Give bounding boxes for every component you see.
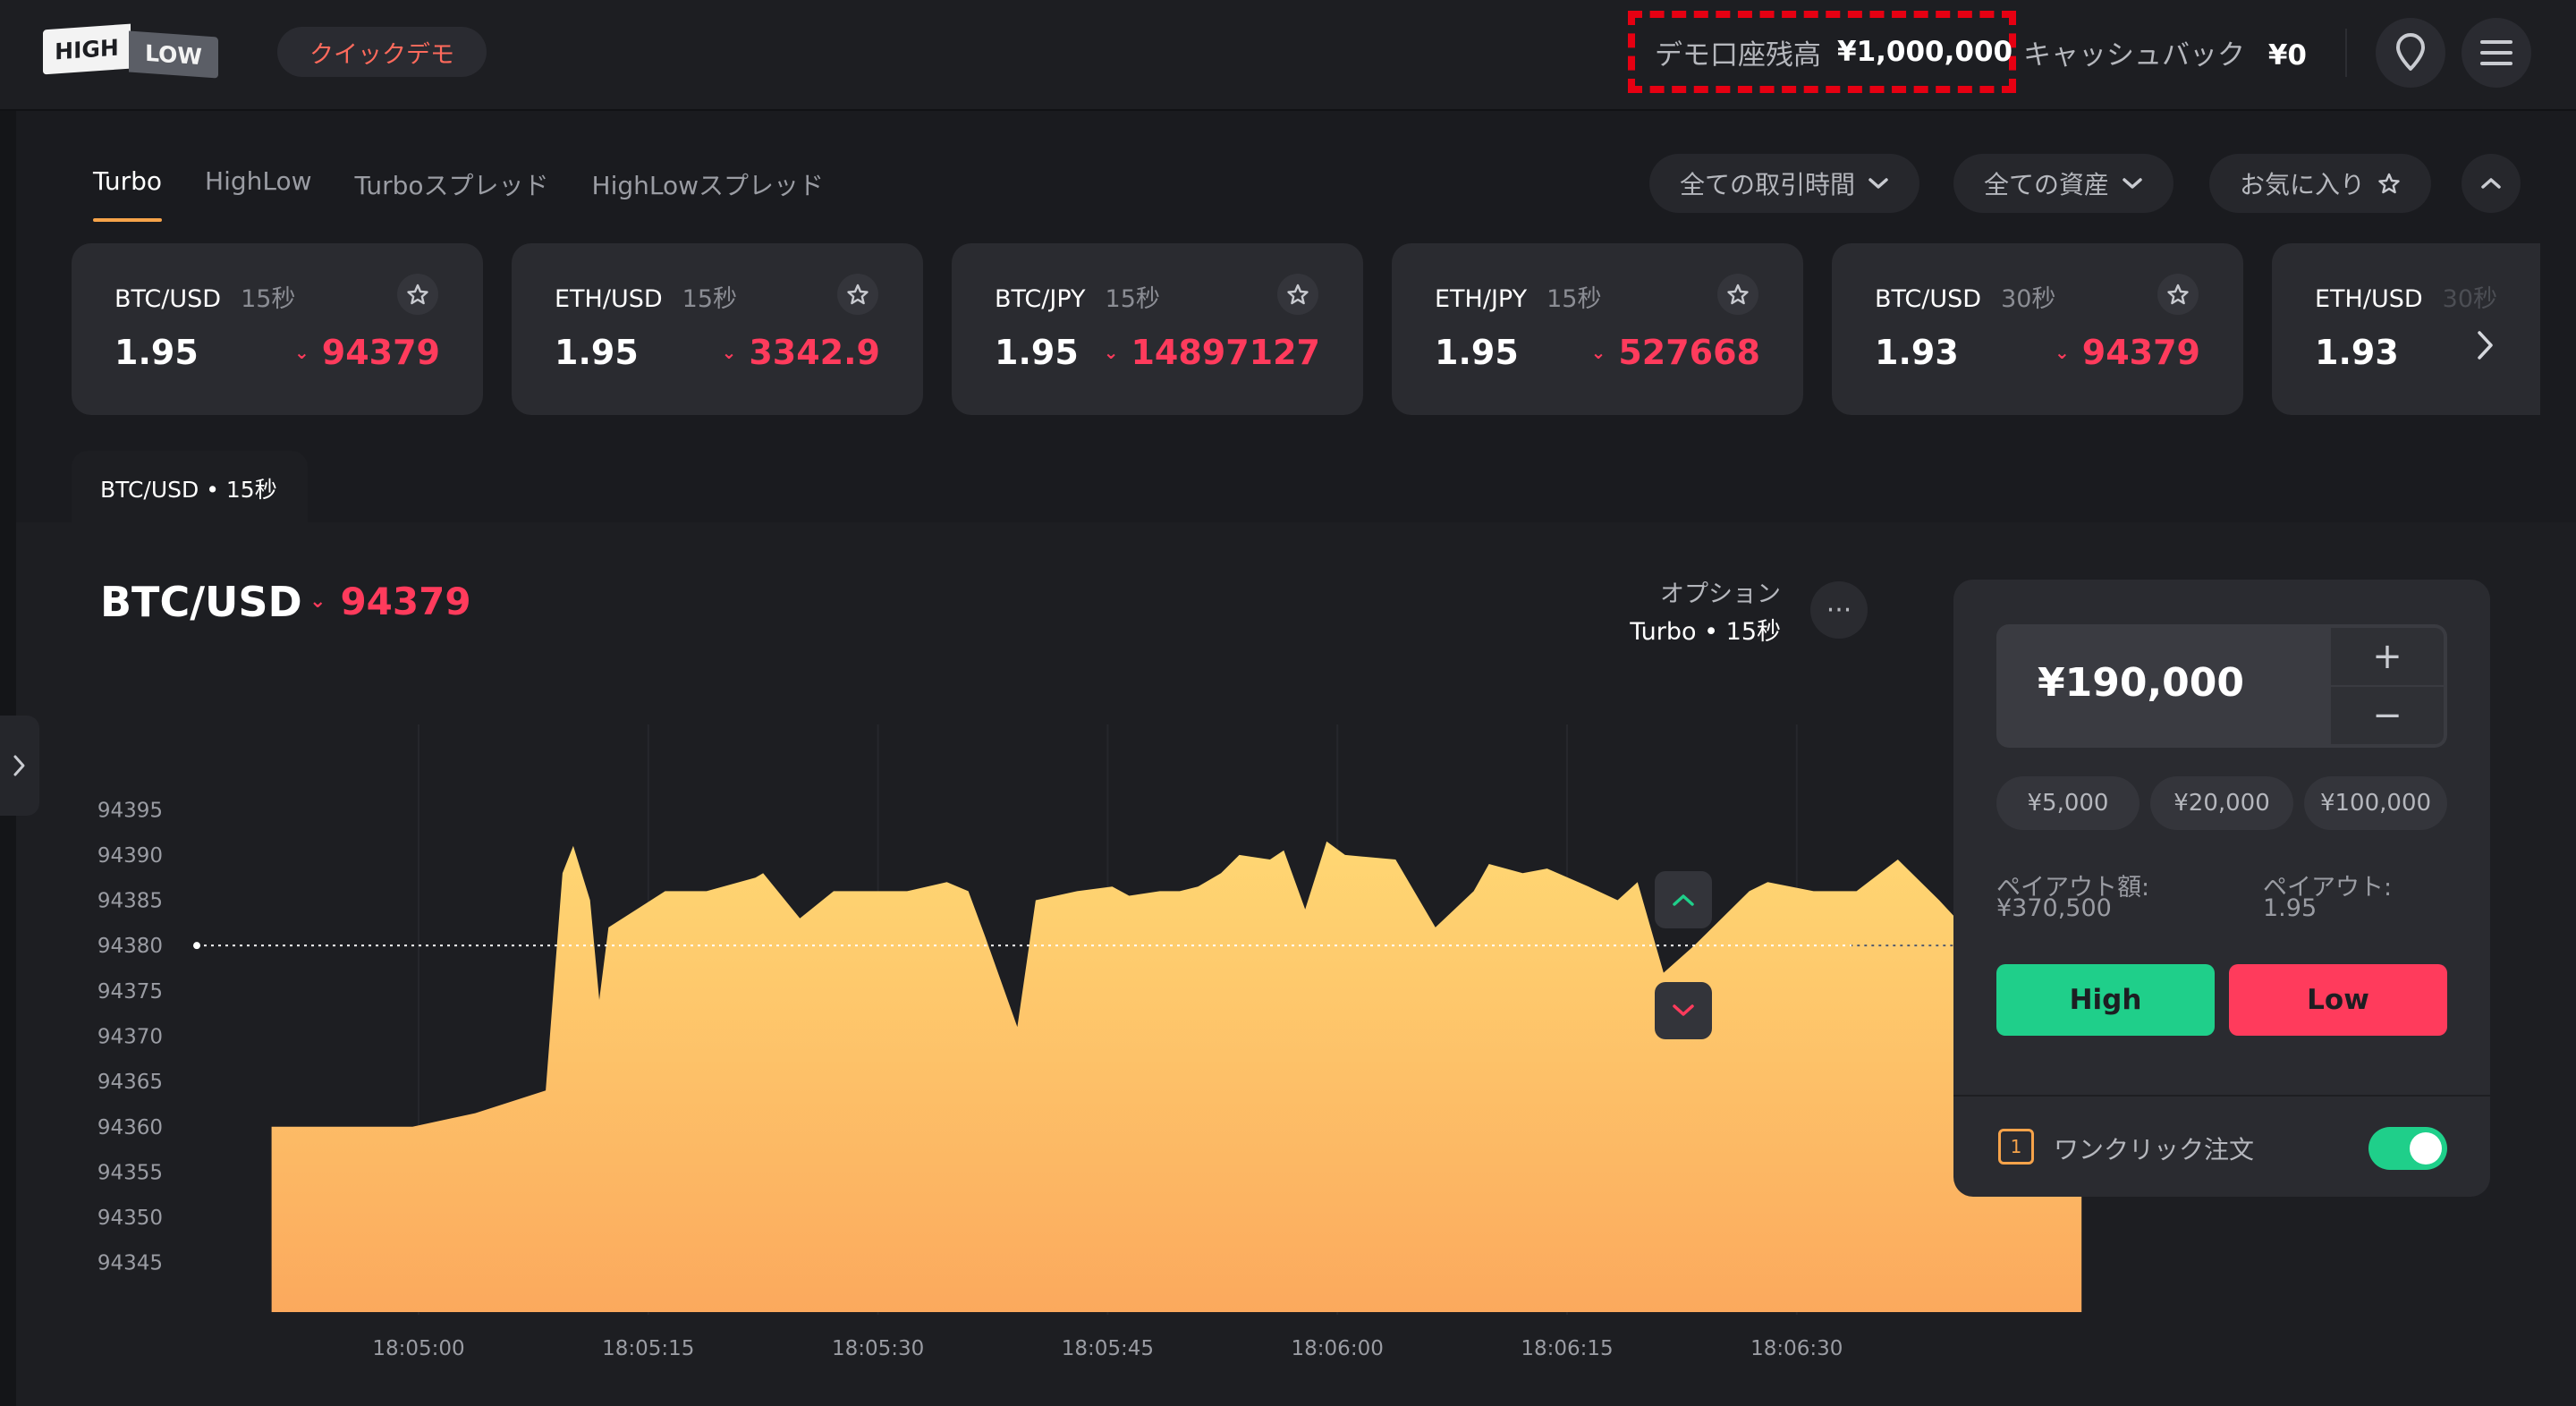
investment-amount-field[interactable]: ¥190,000 + − [1996, 624, 2447, 748]
high-button[interactable]: High [1996, 964, 2215, 1036]
y-tick-label: 94385 [97, 890, 163, 913]
investment-amount-value: ¥190,000 [2038, 660, 2245, 706]
y-tick-label: 94365 [97, 1071, 163, 1094]
chevron-up-icon [1673, 894, 1694, 906]
x-tick-label: 18:06:15 [1521, 1337, 1613, 1360]
x-tick-label: 18:06:30 [1750, 1337, 1843, 1360]
low-button[interactable]: Low [2229, 964, 2447, 1036]
x-tick-label: 18:05:15 [602, 1337, 694, 1360]
y-tick-label: 94345 [97, 1252, 163, 1275]
amount-decrease-button[interactable]: − [2331, 687, 2444, 744]
trade-panel: ¥190,000 + − ¥5,000 ¥20,000 ¥100,000 ペイア… [1953, 580, 2490, 1197]
y-tick-label: 94370 [97, 1025, 163, 1048]
one-click-label: ワンクリック注文 [2054, 1135, 2255, 1165]
chart-low-indicator[interactable] [1655, 982, 1712, 1039]
y-tick-label: 94380 [97, 935, 163, 958]
y-tick-label: 94375 [97, 980, 163, 1004]
preset-amount-5000[interactable]: ¥5,000 [1996, 776, 2140, 830]
x-tick-label: 18:05:30 [832, 1337, 924, 1360]
strike-start-dot [193, 942, 200, 950]
chart-high-indicator[interactable] [1655, 871, 1712, 928]
preset-amount-20000[interactable]: ¥20,000 [2150, 776, 2293, 830]
preset-amount-100000[interactable]: ¥100,000 [2304, 776, 2447, 830]
x-tick-label: 18:06:00 [1292, 1337, 1384, 1360]
amount-increase-button[interactable]: + [2331, 628, 2444, 685]
panel-divider [1953, 1095, 2490, 1097]
one-click-icon: 1 [1998, 1129, 2034, 1165]
chevron-down-icon [1673, 1004, 1694, 1016]
price-area [271, 841, 2082, 1312]
one-click-toggle[interactable] [2368, 1127, 2447, 1170]
x-tick-label: 18:05:00 [372, 1337, 464, 1360]
x-tick-label: 18:05:45 [1062, 1337, 1154, 1360]
payout-rate-value: 1.95 [2263, 894, 2318, 922]
y-tick-label: 94390 [97, 844, 163, 868]
y-tick-label: 94355 [97, 1161, 163, 1184]
y-tick-label: 94350 [97, 1207, 163, 1230]
toggle-knob [2410, 1132, 2442, 1165]
y-tick-label: 94360 [97, 1116, 163, 1139]
payout-amount-value: ¥370,500 [1996, 894, 2112, 922]
y-tick-label: 94395 [97, 799, 163, 822]
